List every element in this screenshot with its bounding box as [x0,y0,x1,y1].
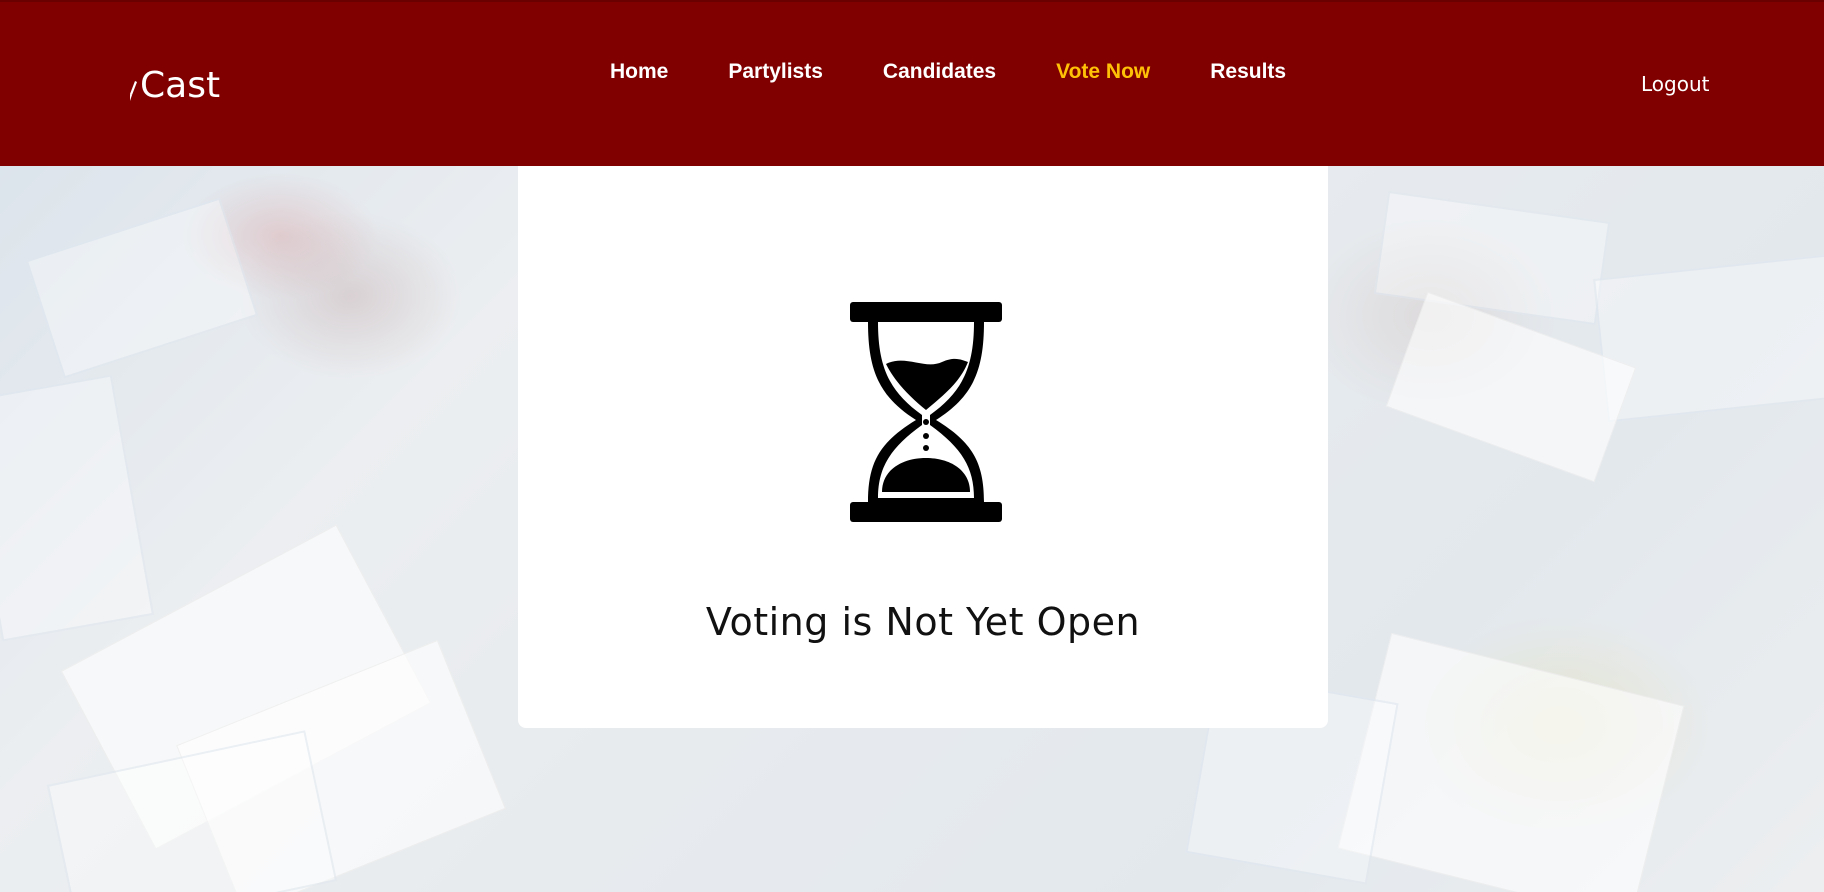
nav-link-candidates[interactable]: Candidates [883,60,996,84]
pen-nib-icon [130,81,137,101]
main-nav: Home Partylists Candidates Vote Now Resu… [610,60,1346,84]
brand-name: Cast [140,65,221,106]
nav-link-results[interactable]: Results [1210,60,1286,84]
logout-link[interactable]: Logout [1641,72,1709,96]
top-navbar: Cast Home Partylists Candidates Vote Now… [0,0,1824,166]
hourglass-icon [850,302,1002,522]
nav-link-home[interactable]: Home [610,60,668,84]
nav-link-vote-now[interactable]: Vote Now [1056,60,1150,84]
brand-logo[interactable]: Cast [128,64,220,108]
nav-link-partylists[interactable]: Partylists [728,60,823,84]
status-message: Voting is Not Yet Open [705,600,1141,644]
status-card: Voting is Not Yet Open [518,166,1328,728]
